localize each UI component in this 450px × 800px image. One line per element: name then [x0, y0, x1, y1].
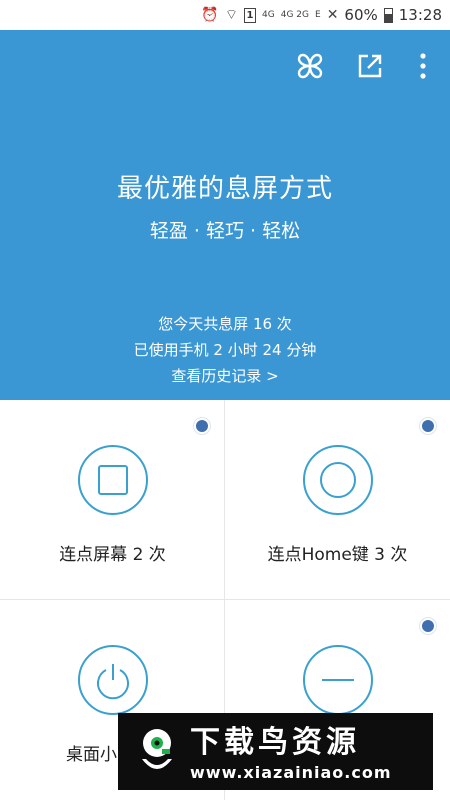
square-icon [78, 445, 148, 515]
option-radio[interactable] [419, 417, 437, 435]
battery-icon [383, 7, 393, 23]
wifi-calling-icon: ⌔ [224, 7, 239, 23]
more-button[interactable] [405, 48, 441, 84]
option-radio[interactable] [419, 617, 437, 635]
stats-usage-time: 已使用手机 2 小时 24 分钟 [133, 341, 317, 359]
bird-logo-icon [142, 729, 172, 769]
status-time: 13:28 [398, 6, 442, 24]
apps-button[interactable] [292, 48, 328, 84]
stats-screen-off-count: 您今天共息屏 16 次 [158, 315, 292, 333]
minus-icon [303, 645, 373, 715]
history-link[interactable]: 查看历史记录 > [0, 365, 450, 386]
share-button[interactable] [352, 48, 388, 84]
more-icon [420, 53, 426, 79]
header-panel: 最优雅的息屏方式 轻盈 · 轻巧 · 轻松 您今天共息屏 16 次 已使用手机 … [0, 30, 450, 400]
option-double-tap-screen[interactable]: 连点屏幕 2 次 [0, 400, 225, 600]
network-e-label: E [315, 10, 321, 20]
battery-percent: 60% [344, 6, 378, 24]
option-triple-home[interactable]: 连点Home键 3 次 [225, 400, 450, 600]
network-4g-2g-label: 4G 2G [280, 10, 309, 20]
mute-icon: ✕ [326, 7, 339, 23]
network-4g-label: 4G [262, 10, 275, 20]
option-label: 连点屏幕 2 次 [59, 545, 166, 565]
watermark-title: 下载鸟资源 [190, 725, 360, 760]
alarm-icon: ⏰ [201, 7, 219, 23]
circle-icon [303, 445, 373, 515]
hero-subtitle: 轻盈 · 轻巧 · 轻松 [149, 220, 301, 242]
option-label: 连点Home键 3 次 [267, 545, 408, 565]
option-radio[interactable] [193, 417, 211, 435]
share-icon [358, 54, 382, 78]
apps-icon [297, 53, 323, 79]
watermark-url: www.xiazainiao.com [190, 763, 392, 782]
watermark-banner: 下载鸟资源 www.xiazainiao.com [118, 713, 433, 790]
hero-title: 最优雅的息屏方式 [116, 174, 333, 204]
power-icon [78, 645, 148, 715]
status-bar: ⏰ ⌔ 1 4G 4G 2G E ✕ 60% 13:28 [0, 0, 450, 30]
sim-slot-badge: 1 [244, 7, 257, 23]
